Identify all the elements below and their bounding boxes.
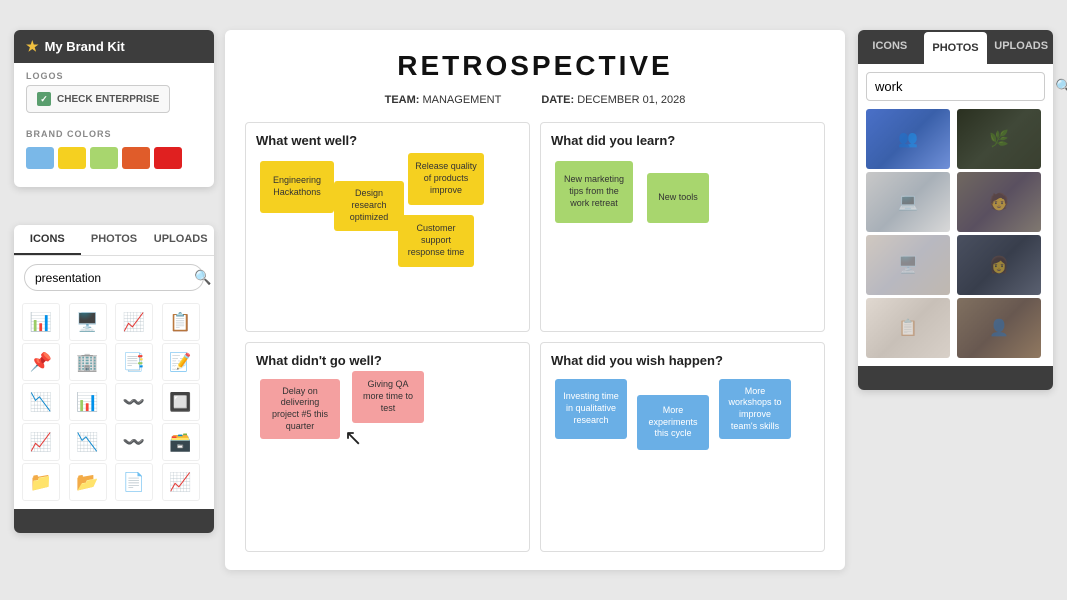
sticky-8[interactable]: Giving QA more time to test	[352, 371, 424, 423]
photo-8[interactable]: 👤	[957, 298, 1041, 358]
q2-title: What did you learn?	[551, 133, 814, 148]
icon-cell-4[interactable]: 📋	[162, 303, 200, 341]
sticky-3[interactable]: Release quality of products improve	[408, 153, 484, 205]
sticky-2[interactable]: Design research optimized	[334, 181, 404, 231]
retro-meta: TEAM: MANAGEMENT DATE: DECEMBER 01, 2028	[245, 94, 825, 106]
icon-cell-13[interactable]: 📈	[22, 423, 60, 461]
right-panel: ICONS PHOTOS UPLOADS 🔍 👥 🌿 💻 🧑 🖥️ 👩 📋 👤	[858, 30, 1053, 390]
icon-search-row: 🔍	[24, 264, 204, 291]
photo-1[interactable]: 👥	[866, 109, 950, 169]
retro-title: RETROSPECTIVE	[245, 50, 825, 82]
icon-cell-10[interactable]: 📊	[69, 383, 107, 421]
icon-cell-11[interactable]: 〰️	[115, 383, 153, 421]
sticky-6[interactable]: New tools	[647, 173, 709, 223]
quadrant-wish: What did you wish happen? Investing time…	[540, 342, 825, 552]
date-meta: DATE: DECEMBER 01, 2028	[541, 94, 685, 106]
right-search-input[interactable]	[875, 79, 1051, 94]
icon-cell-3[interactable]: 📈	[115, 303, 153, 341]
sticky-1[interactable]: Engineering Hackathons	[260, 161, 334, 213]
photo-grid: 👥 🌿 💻 🧑 🖥️ 👩 📋 👤	[858, 109, 1053, 366]
quadrant-went-well: What went well? Engineering Hackathons D…	[245, 122, 530, 332]
check-enterprise-button[interactable]: ✓ CHECK ENTERPRISE	[26, 85, 170, 113]
right-search-row: 🔍	[866, 72, 1045, 101]
photo-6[interactable]: 👩	[957, 235, 1041, 295]
sticky-11[interactable]: More workshops to improve team's skills	[719, 379, 791, 439]
sticky-7[interactable]: Delay on delivering project #5 this quar…	[260, 379, 340, 439]
q1-title: What went well?	[256, 133, 519, 148]
icons-panel-bottom-bar	[14, 509, 214, 533]
team-value: MANAGEMENT	[422, 94, 501, 106]
date-value: DECEMBER 01, 2028	[577, 94, 685, 106]
photo-7[interactable]: 📋	[866, 298, 950, 358]
tab-photos[interactable]: PHOTOS	[81, 225, 148, 255]
icon-cell-15[interactable]: 〰️	[115, 423, 153, 461]
q4-title: What did you wish happen?	[551, 353, 814, 368]
tab-uploads[interactable]: UPLOADS	[147, 225, 214, 255]
right-tab-icons[interactable]: ICONS	[858, 30, 922, 64]
right-tabs-row: ICONS PHOTOS UPLOADS	[858, 30, 1053, 64]
cursor-icon: ↖	[344, 425, 362, 451]
icon-cell-1[interactable]: 📊	[22, 303, 60, 341]
quadrant-grid: What went well? Engineering Hackathons D…	[245, 122, 825, 552]
brand-kit-panel: ★ My Brand Kit LOGOS ✓ CHECK ENTERPRISE …	[14, 30, 214, 187]
color-swatch-1[interactable]	[26, 147, 54, 169]
right-tab-uploads[interactable]: UPLOADS	[989, 30, 1053, 64]
sticky-5[interactable]: New marketing tips from the work retreat	[555, 161, 633, 223]
icon-cell-6[interactable]: 🏢	[69, 343, 107, 381]
icon-cell-14[interactable]: 📉	[69, 423, 107, 461]
brand-colors-label: BRAND COLORS	[14, 121, 214, 143]
sticky-9[interactable]: Investing time in qualitative research	[555, 379, 627, 439]
sticky-10[interactable]: More experiments this cycle	[637, 395, 709, 450]
icons-panel: ICONS PHOTOS UPLOADS 🔍 📊 🖥️ 📈 📋 📌 🏢 📑 📝 …	[14, 225, 214, 533]
check-enterprise-label: CHECK ENTERPRISE	[57, 94, 159, 105]
brand-colors-row	[14, 143, 214, 177]
photo-4[interactable]: 🧑	[957, 172, 1041, 232]
date-label: DATE:	[541, 94, 574, 106]
quadrant-learn: What did you learn? New marketing tips f…	[540, 122, 825, 332]
photo-3[interactable]: 💻	[866, 172, 950, 232]
icon-cell-7[interactable]: 📑	[115, 343, 153, 381]
icon-cell-8[interactable]: 📝	[162, 343, 200, 381]
star-icon: ★	[26, 38, 39, 55]
icon-search-input[interactable]	[35, 271, 190, 285]
color-swatch-4[interactable]	[122, 147, 150, 169]
photo-2[interactable]: 🌿	[957, 109, 1041, 169]
team-label: TEAM:	[385, 94, 420, 106]
sticky-4[interactable]: Customer support response time	[398, 215, 474, 267]
q3-title: What didn't go well?	[256, 353, 519, 368]
icons-tabs-row: ICONS PHOTOS UPLOADS	[14, 225, 214, 256]
icon-grid: 📊 🖥️ 📈 📋 📌 🏢 📑 📝 📉 📊 〰️ 🔲 📈 📉 〰️ 🗃️ 📁 📂 …	[14, 299, 214, 509]
brand-kit-title: My Brand Kit	[45, 39, 125, 54]
icon-cell-16[interactable]: 🗃️	[162, 423, 200, 461]
icon-cell-18[interactable]: 📂	[69, 463, 107, 501]
logos-label: LOGOS	[14, 63, 214, 85]
icon-cell-2[interactable]: 🖥️	[69, 303, 107, 341]
quadrant-not-well: What didn't go well? Delay on delivering…	[245, 342, 530, 552]
team-meta: TEAM: MANAGEMENT	[385, 94, 502, 106]
right-search-icon: 🔍	[1055, 78, 1067, 95]
icon-cell-17[interactable]: 📁	[22, 463, 60, 501]
color-swatch-5[interactable]	[154, 147, 182, 169]
tab-icons[interactable]: ICONS	[14, 225, 81, 255]
right-tab-photos[interactable]: PHOTOS	[924, 32, 988, 64]
photo-5[interactable]: 🖥️	[866, 235, 950, 295]
icon-cell-9[interactable]: 📉	[22, 383, 60, 421]
icon-cell-19[interactable]: 📄	[115, 463, 153, 501]
search-icon: 🔍	[194, 269, 211, 286]
icon-cell-5[interactable]: 📌	[22, 343, 60, 381]
checkmark-icon: ✓	[37, 92, 51, 106]
color-swatch-3[interactable]	[90, 147, 118, 169]
main-canvas: RETROSPECTIVE TEAM: MANAGEMENT DATE: DEC…	[225, 30, 845, 570]
color-swatch-2[interactable]	[58, 147, 86, 169]
right-panel-bottom-bar	[858, 366, 1053, 390]
icon-cell-12[interactable]: 🔲	[162, 383, 200, 421]
brand-kit-header: ★ My Brand Kit	[14, 30, 214, 63]
icon-cell-20[interactable]: 📈	[162, 463, 200, 501]
